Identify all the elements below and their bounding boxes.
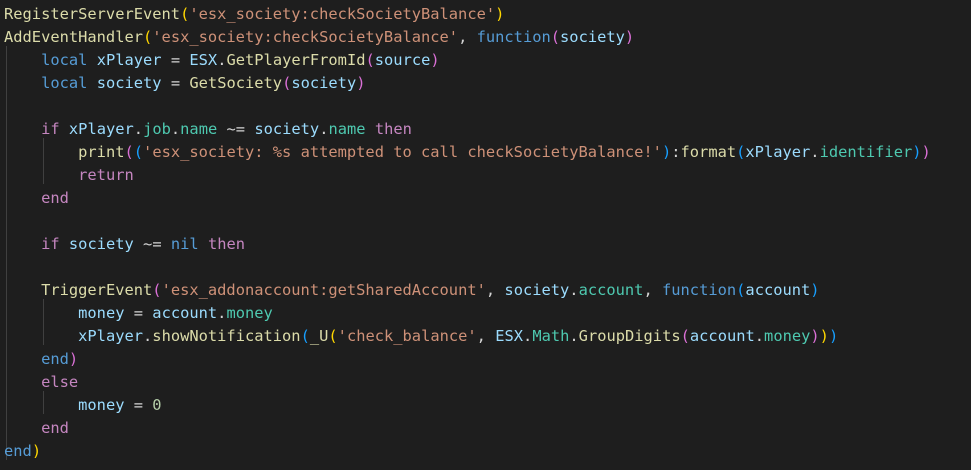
code-line-13: TriggerEvent('esx_addonaccount:getShared… [41, 281, 820, 299]
code-line-2: AddEventHandler('esx_society:checkSociet… [4, 28, 635, 46]
code-line-8: return [78, 166, 134, 184]
code-line-14: money = account.money [78, 304, 273, 322]
code-line-20: end) [4, 442, 42, 460]
code-line-19: end [41, 419, 69, 437]
code-line-17: else [41, 373, 79, 391]
code-line-7: print(('esx_society: %s attempted to cal… [78, 143, 931, 161]
code-editor[interactable]: RegisterServerEvent('esx_society:checkSo… [0, 0, 971, 470]
code-line-15: xPlayer.showNotification(_U('check_balan… [78, 327, 839, 345]
code-line-1: RegisterServerEvent('esx_society:checkSo… [4, 5, 505, 23]
code-line-4: local society = GetSociety(society) [41, 74, 366, 92]
code-line-18: money = 0 [78, 396, 162, 414]
code-line-16: end) [41, 350, 79, 368]
code-line-6: if xPlayer.job.name ~= society.name then [41, 120, 412, 138]
code-line-9: end [41, 189, 69, 207]
code-line-11: if society ~= nil then [41, 235, 246, 253]
code-line-3: local xPlayer = ESX.GetPlayerFromId(sour… [41, 51, 440, 69]
